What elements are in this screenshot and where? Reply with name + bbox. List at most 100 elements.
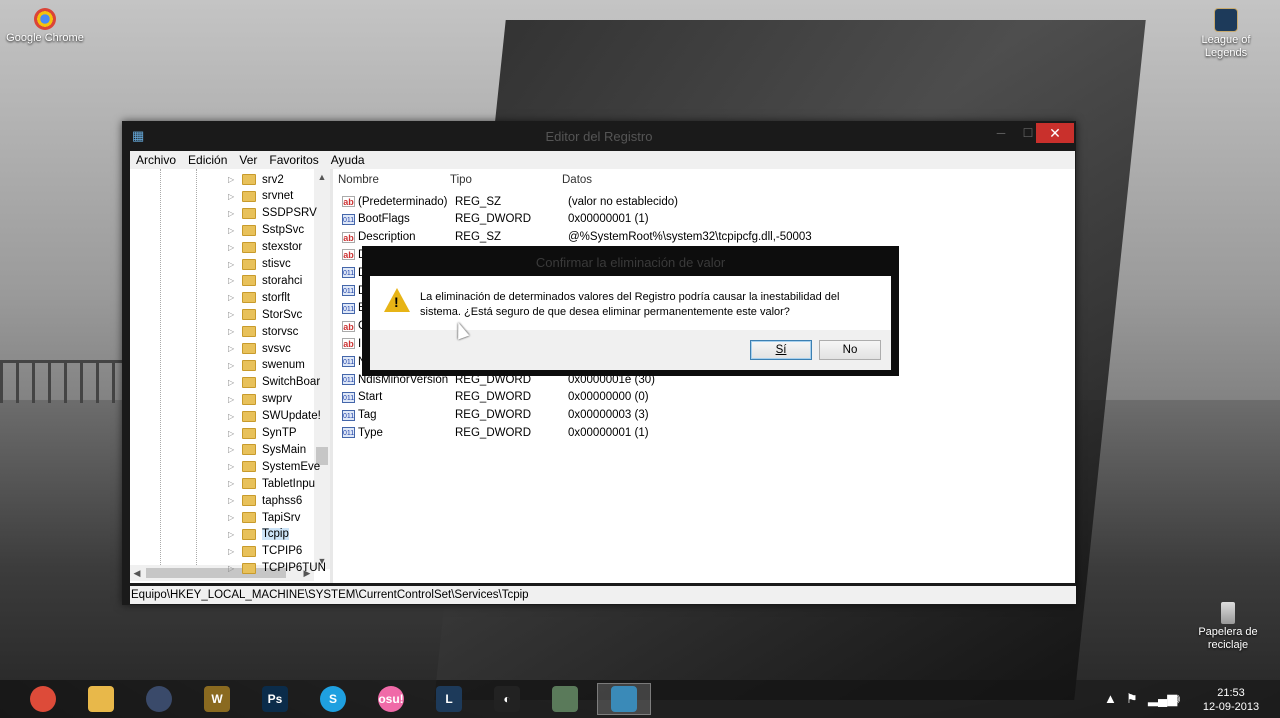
expand-arrow-icon[interactable]: ▷ [228,429,238,438]
expand-arrow-icon[interactable]: ▷ [228,445,238,454]
expand-arrow-icon[interactable]: ▷ [228,243,238,252]
taskbar-app-button[interactable]: S [306,683,360,715]
tree-item[interactable]: ▷ swprv [228,391,292,408]
menu-archivo[interactable]: Archivo [130,153,182,167]
desktop-icon-recycle-bin[interactable]: Papelera de reciclaje [1186,602,1270,652]
tree-item[interactable]: ▷ SstpSvc [228,222,304,239]
expand-arrow-icon[interactable]: ▷ [228,547,238,556]
menu-ver[interactable]: Ver [233,153,263,167]
folder-icon [242,343,256,354]
taskbar-app-button[interactable] [538,683,592,715]
yes-button[interactable]: Sí [750,340,812,360]
value-row[interactable]: ab Description REG_SZ @%SystemRoot%\system3… [336,229,1075,246]
tree-item[interactable]: ▷ Tcpip [228,526,289,543]
column-header-type[interactable]: Tipo [450,174,472,186]
menu-edicion[interactable]: Edición [182,153,233,167]
expand-arrow-icon[interactable]: ▷ [228,378,238,387]
expand-arrow-icon[interactable]: ▷ [228,530,238,539]
column-header-data[interactable]: Datos [562,174,592,186]
expand-arrow-icon[interactable]: ▷ [228,513,238,522]
taskbar-app-button[interactable] [16,683,70,715]
tree-item[interactable]: ▷ TapiSrv [228,509,300,526]
value-data: @%SystemRoot%\system32\tcpipcfg.dll,-500… [568,231,812,244]
desktop-icon-league-of-legends[interactable]: League of Legends [1184,8,1268,60]
dialog-message-line: sistema. ¿Está seguro de que desea elimi… [420,306,790,318]
tree-item[interactable]: ▷ SysMain [228,441,306,458]
column-header-name[interactable]: Nombre [338,174,379,186]
tree-item[interactable]: ▷ TCPIP6TUN [228,560,326,577]
expand-arrow-icon[interactable]: ▷ [228,412,238,421]
minimize-button[interactable]: ─ [988,123,1014,143]
clock[interactable]: 21:53 12-09-2013 [1196,686,1266,714]
tree-item[interactable]: ▷ stisvc [228,256,291,273]
menu-favoritos[interactable]: Favoritos [263,153,324,167]
value-row[interactable]: 011 Start REG_DWORD 0x00000000 (0) [336,389,1075,406]
tree-item[interactable]: ▷ TCPIP6 [228,543,302,560]
tree-item[interactable]: ▷ storflt [228,289,290,306]
expand-arrow-icon[interactable]: ▷ [228,496,238,505]
expand-arrow-icon[interactable]: ▷ [228,192,238,201]
value-row[interactable]: 011 BootFlags REG_DWORD 0x00000001 (1) [336,211,1075,228]
taskbar: ▲ ⚑ ▂▄▆ 🔊︎ 21:53 12-09-2013 W Ps Sosu! L ◐ [0,680,1280,718]
string-value-icon: ab [342,338,355,350]
taskbar-app-button[interactable]: ◐ [480,683,534,715]
tree-item[interactable]: ▷ storahci [228,272,302,289]
expand-arrow-icon[interactable]: ▷ [228,395,238,404]
tree-item-label: StorSvc [262,308,303,321]
taskbar-app-button[interactable]: osu! [364,683,418,715]
expand-arrow-icon[interactable]: ▷ [228,361,238,370]
tree-item[interactable]: ▷ taphss6 [228,492,302,509]
photoshop-icon: Ps [262,686,288,712]
taskbar-app-button[interactable]: Ps [248,683,302,715]
no-button[interactable]: No [819,340,881,360]
expand-arrow-icon[interactable]: ▷ [228,462,238,471]
value-row[interactable]: ab (Predeterminado) REG_SZ (valor no establ… [336,193,1075,210]
expand-arrow-icon[interactable]: ▷ [228,327,238,336]
value-type: REG_SZ [455,195,502,208]
desktop-icon-chrome[interactable]: Google Chrome [3,8,87,45]
expand-arrow-icon[interactable]: ▷ [228,344,238,353]
tree-item[interactable]: ▷ storvsc [228,323,298,340]
expand-arrow-icon[interactable]: ▷ [228,175,238,184]
binary-value-icon: 011 [342,267,355,279]
close-button[interactable]: ✕ [1036,123,1074,143]
taskbar-app-button[interactable] [597,683,651,715]
expand-arrow-icon[interactable]: ▷ [228,310,238,319]
expand-arrow-icon[interactable]: ▷ [228,209,238,218]
desktop-icon-label: League of Legends [1201,34,1251,59]
taskbar-app-button[interactable]: W [190,683,244,715]
expand-arrow-icon[interactable]: ▷ [228,260,238,269]
expand-arrow-icon[interactable]: ▷ [228,479,238,488]
tree-item[interactable]: ▷ svsvc [228,340,291,357]
expand-arrow-icon[interactable]: ▷ [228,226,238,235]
scroll-up-icon[interactable]: ▲ [314,169,330,185]
tree-item[interactable]: ▷ SSDPSRV [228,205,317,222]
tree-item[interactable]: ▷ srv2 [228,171,284,188]
volume-icon[interactable]: 🔊︎ [1172,680,1180,718]
taskbar-app-button[interactable]: L [422,683,476,715]
tree-item[interactable]: ▷ srvnet [228,188,293,205]
tree-item[interactable]: ▷ swenum [228,357,305,374]
show-hidden-icons-icon[interactable]: ▲ [1104,680,1117,718]
tree-item[interactable]: ▷ SWUpdate! [228,408,321,425]
value-row[interactable]: 011 Type REG_DWORD 0x00000001 (1) [336,424,1075,441]
tree-item[interactable]: ▷ stexstor [228,239,302,256]
tree-item[interactable]: ▷ SwitchBoar [228,374,320,391]
taskbar-app-button[interactable] [74,683,128,715]
action-center-icon[interactable]: ⚑ [1126,680,1138,718]
tree-item[interactable]: ▷ SystemEve [228,458,320,475]
window-titlebar[interactable]: ▦ Editor del Registro ─ ☐ ✕ [122,121,1076,151]
tree-item-label: storflt [262,291,291,304]
tree-item[interactable]: ▷ StorSvc [228,306,302,323]
menu-ayuda[interactable]: Ayuda [325,153,371,167]
folder-icon [242,444,256,456]
value-row[interactable]: 011 Tag REG_DWORD 0x00000003 (3) [336,407,1075,424]
tree-item[interactable]: ▷ SynTP [228,425,297,442]
tree-item[interactable]: ▷ TabletInpu [228,475,315,492]
tree-vertical-scrollbar[interactable]: ▲ ▼ [314,169,330,569]
expand-arrow-icon[interactable]: ▷ [228,564,238,573]
scroll-left-icon[interactable]: ◀ [130,565,144,581]
expand-arrow-icon[interactable]: ▷ [228,293,238,302]
taskbar-app-button[interactable] [132,683,186,715]
expand-arrow-icon[interactable]: ▷ [228,276,238,285]
